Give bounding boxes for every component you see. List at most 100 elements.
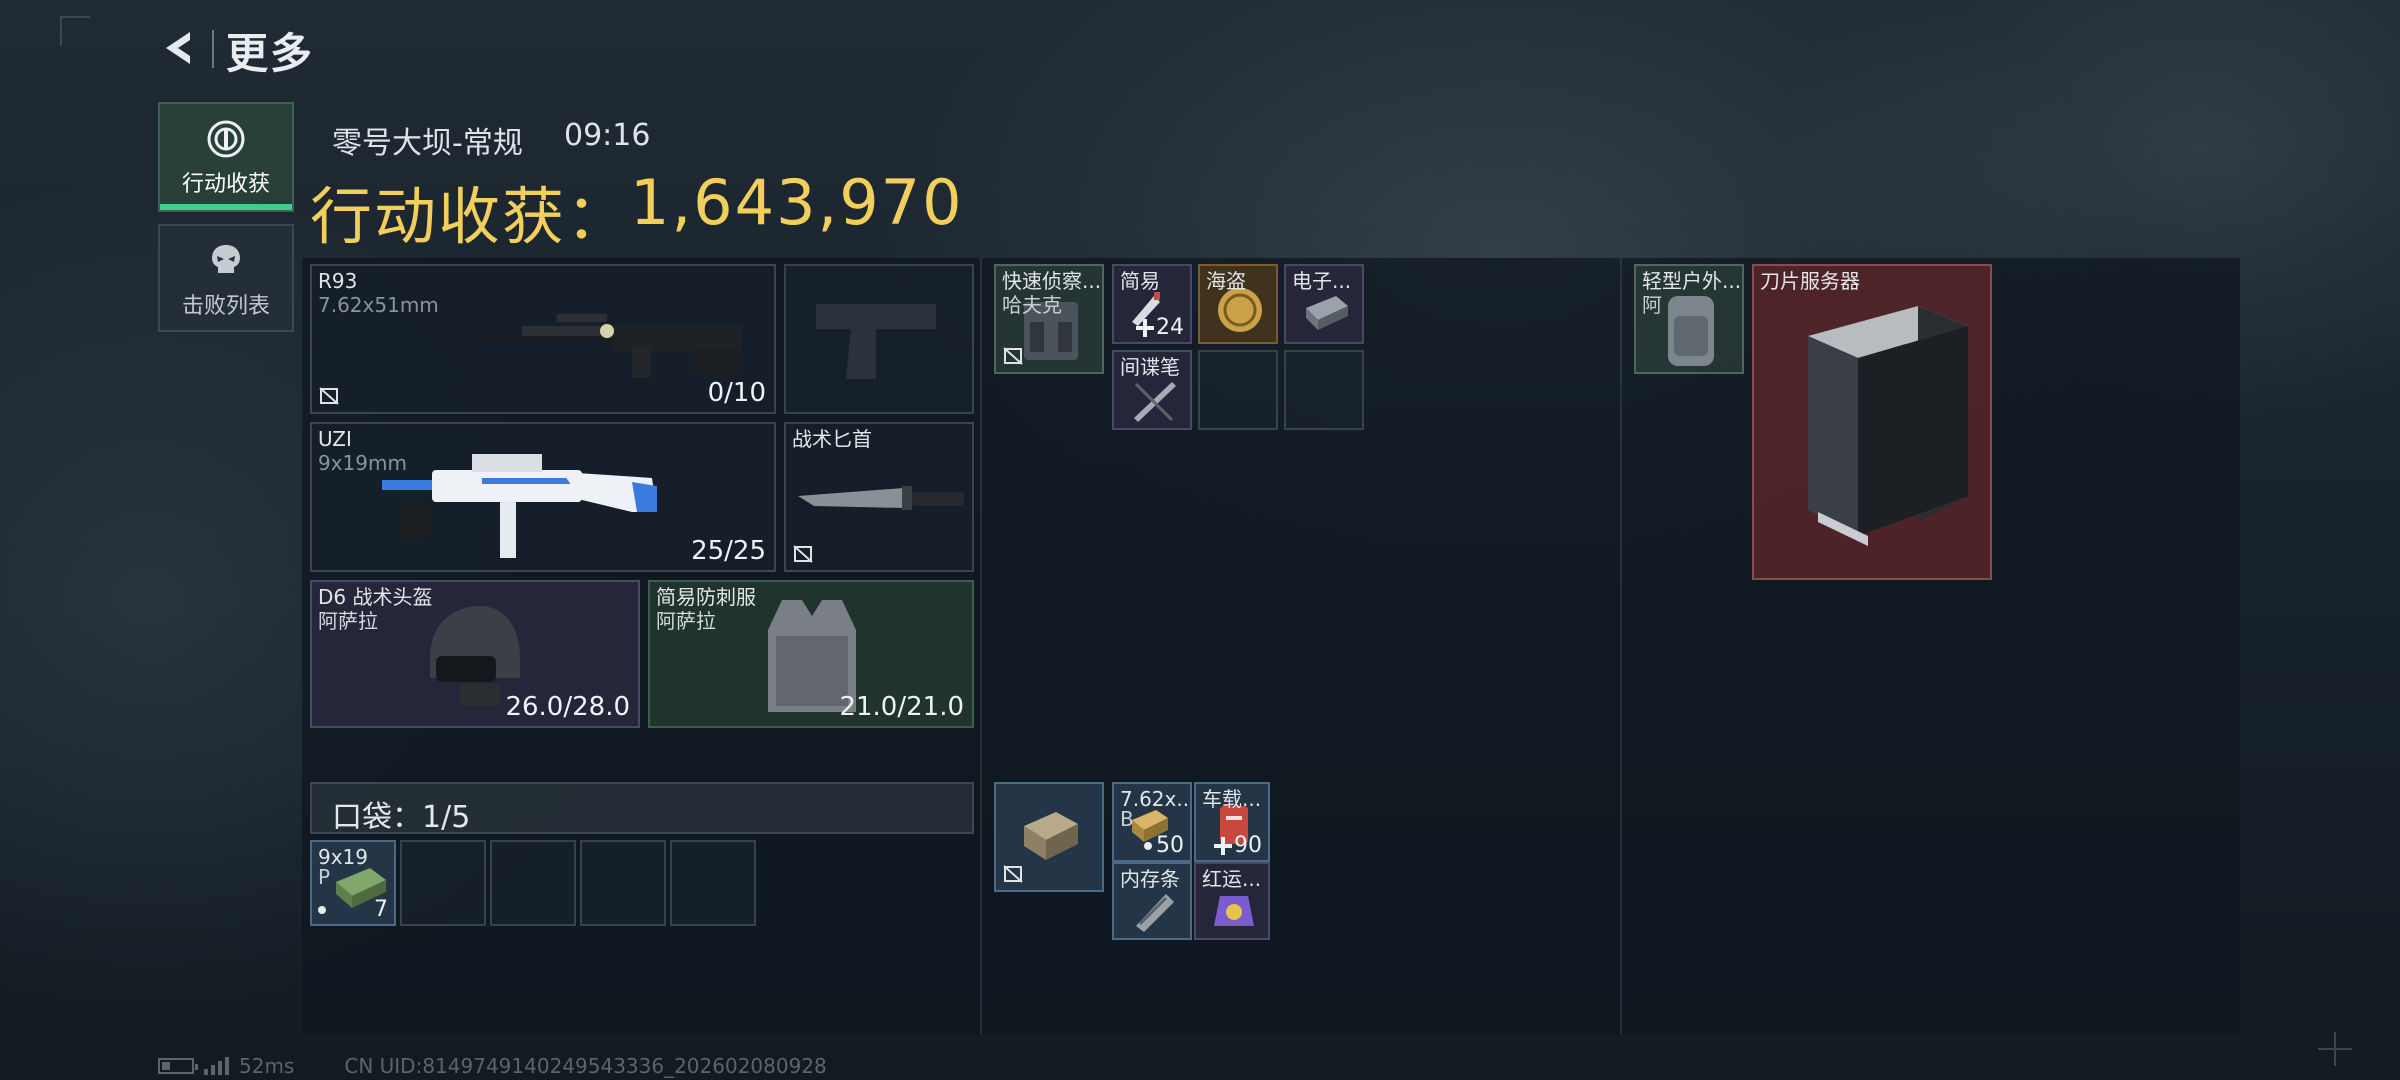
match-time: 09:16: [564, 118, 651, 153]
weapon-name: UZI: [318, 427, 352, 451]
corner-plus-decoration: [2318, 1032, 2352, 1066]
status-footer: 52ms CN UID:8149749140249543336_20260208…: [158, 1054, 827, 1078]
safe-box-slot[interactable]: [994, 782, 1104, 892]
helmet-origin: 阿萨拉: [318, 609, 378, 633]
item-qty: 7: [374, 897, 388, 922]
smg-icon: [382, 454, 657, 558]
ammo-dot-icon: [318, 906, 326, 914]
spy-pen-icon: [1134, 382, 1176, 422]
medical-plus-icon: [1136, 319, 1154, 337]
armor-durability: 21.0/21.0: [839, 692, 964, 722]
skull-icon: [212, 245, 240, 273]
pocket-label: 口袋：1/5: [332, 800, 471, 835]
item-name: 海盗: [1206, 269, 1246, 293]
tab-loot-label: 行动收获: [181, 172, 270, 197]
backpack-slot[interactable]: 轻型户外... 阿: [1634, 264, 1744, 374]
knife-icon: [798, 486, 964, 510]
back-arrow-icon: [166, 32, 190, 64]
weapon-caliber: 7.62x51mm: [318, 293, 439, 317]
item-qty: 24: [1156, 315, 1184, 340]
no-insure-icon: [1003, 865, 1023, 883]
tab-kills[interactable]: 击败列表: [158, 224, 294, 332]
pistol-placeholder-icon: [816, 304, 936, 379]
melee-name: 战术匕首: [792, 427, 872, 451]
primary-weapon-slot[interactable]: R93 7.62x51mm 0/10: [310, 264, 776, 414]
pouch-item-slot[interactable]: 红运...: [1194, 862, 1270, 940]
rig-origin: 哈夫克: [1002, 293, 1062, 317]
header-divider: [212, 30, 214, 68]
page-title: 更多: [226, 29, 315, 78]
player-uid: CN UID:8149749140249543336_202602080928: [344, 1054, 827, 1078]
signal-icon: [204, 1057, 229, 1075]
memory-stick-icon: [1136, 894, 1174, 932]
pistol-slot-empty[interactable]: [784, 264, 974, 414]
active-tab-indicator: [160, 204, 292, 210]
weapon-caliber: 9x19mm: [318, 451, 407, 475]
pocket-slot-empty[interactable]: [580, 840, 666, 926]
weapon-name: R93: [318, 269, 358, 293]
armor-slot[interactable]: 简易防刺服 阿萨拉 21.0/21.0: [648, 580, 974, 728]
item-name: 简易: [1120, 269, 1160, 293]
loot-total: 行动收获： 1,643,970: [310, 166, 964, 256]
backpack-origin: 阿: [1642, 293, 1662, 317]
tab-kills-label: 击败列表: [181, 294, 270, 319]
item-name: 间谍笔: [1120, 355, 1180, 379]
pouch-item-slot[interactable]: 车载... 90: [1194, 782, 1270, 862]
ping-value: 52ms: [239, 1054, 295, 1078]
chest-rig-slot[interactable]: 快速侦察... 哈夫克: [994, 264, 1104, 374]
no-insure-icon: [793, 545, 813, 563]
melee-slot[interactable]: 战术匕首: [784, 422, 974, 572]
pocket-slot-empty[interactable]: [400, 840, 486, 926]
armor-origin: 阿萨拉: [656, 609, 716, 633]
pocket-header: 口袋：1/5: [310, 782, 974, 835]
rig-item-slot[interactable]: 海盗: [1198, 264, 1278, 344]
rig-slot-empty[interactable]: [1284, 350, 1364, 430]
safe-box-icon: [1024, 812, 1078, 860]
electronics-icon: [1306, 296, 1348, 330]
ammo-dot-icon: [1144, 842, 1152, 850]
pocket-slot-empty[interactable]: [670, 840, 756, 926]
battery-icon: [158, 1058, 198, 1074]
item-qty: 50: [1156, 833, 1184, 858]
sniper-rifle-icon: [472, 314, 742, 378]
helmet-durability: 26.0/28.0: [505, 692, 630, 722]
armor-name: 简易防刺服: [656, 585, 756, 609]
rig-name: 快速侦察...: [1002, 269, 1102, 293]
pouch-item-slot[interactable]: 7.62x... B 50: [1112, 782, 1192, 862]
rig-item-slot[interactable]: 间谍笔: [1112, 350, 1192, 430]
item-name: 红运...: [1202, 867, 1262, 891]
tab-loot[interactable]: 行动收获: [158, 102, 294, 212]
loot-coin-icon: [207, 120, 245, 158]
item-name: 内存条: [1120, 867, 1180, 891]
backpack-icon: [1668, 296, 1714, 366]
backpack-item-server[interactable]: 刀片服务器: [1752, 264, 1992, 580]
loot-total-label: 行动收获：: [310, 180, 631, 253]
helmet-name: D6 战术头盔: [318, 585, 433, 609]
rig-slot-empty[interactable]: [1198, 350, 1278, 430]
backpack-name: 轻型户外...: [1642, 269, 1742, 293]
back-button[interactable]: [158, 26, 202, 70]
corner-decoration: [60, 16, 90, 46]
panel-divider: [980, 258, 982, 1034]
no-insure-icon: [319, 387, 339, 405]
no-insure-icon: [1003, 347, 1023, 365]
rig-item-slot[interactable]: 电子...: [1284, 264, 1364, 344]
map-name: 零号大坝-常规: [332, 126, 523, 161]
item-sub: B: [1120, 807, 1134, 831]
rig-item-slot[interactable]: 简易 24: [1112, 264, 1192, 344]
item-name: 车载...: [1202, 787, 1262, 811]
item-name: 电子...: [1292, 269, 1352, 293]
ammo-count: 0/10: [707, 378, 766, 408]
item-sub: P: [318, 865, 331, 889]
loot-total-value: 1,643,970: [630, 166, 964, 239]
pouch-item-slot[interactable]: 内存条: [1112, 862, 1192, 940]
item-qty: 90: [1234, 833, 1262, 858]
secondary-weapon-slot[interactable]: UZI 9x19mm 25/25: [310, 422, 776, 572]
panel-divider: [1620, 258, 1622, 1034]
medical-plus-icon: [1214, 837, 1232, 855]
item-name: 刀片服务器: [1760, 269, 1860, 293]
pocket-slot-empty[interactable]: [490, 840, 576, 926]
pocket-slot-ammo[interactable]: 9x19 P 7: [310, 840, 396, 926]
blade-server-icon: [1808, 306, 1968, 546]
helmet-slot[interactable]: D6 战术头盔 阿萨拉 26.0/28.0: [310, 580, 640, 728]
